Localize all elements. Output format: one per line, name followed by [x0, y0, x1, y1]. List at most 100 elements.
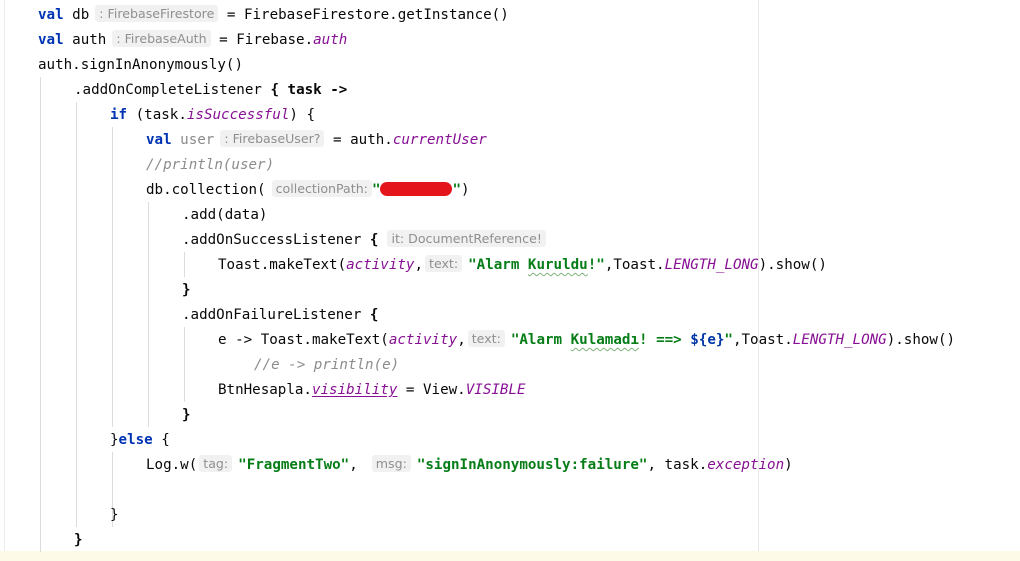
code-text: ,Toast.: [604, 257, 665, 273]
string-literal: ": [724, 332, 733, 348]
keyword: val: [146, 132, 172, 148]
code-line-22[interactable]: }: [0, 528, 83, 553]
property: currentUser: [392, 132, 487, 148]
code-text: ,: [414, 257, 424, 273]
code-text: = FirebaseFirestore.getInstance(): [218, 7, 509, 23]
code-text: (task.: [127, 107, 187, 123]
param-hint: text:: [467, 330, 505, 347]
code-line-2[interactable]: val auth: FirebaseAuth = Firebase.auth: [0, 28, 347, 53]
type-hint: : FirebaseAuth: [112, 30, 211, 47]
code-line-17[interactable]: }: [0, 403, 191, 428]
property: auth: [313, 32, 348, 48]
code-line-21[interactable]: }: [0, 503, 119, 528]
code-line-10[interactable]: .addOnSuccessListener { it: DocumentRefer…: [0, 228, 552, 253]
code-line-19[interactable]: Log.w(tag: "FragmentTwo", msg: "signInAnony…: [0, 453, 793, 478]
identifier: user: [180, 132, 215, 148]
keyword: val: [38, 7, 64, 23]
code-text: ): [784, 457, 793, 473]
property: visibility: [311, 382, 398, 398]
param-hint: text:: [425, 255, 463, 272]
string-literal: ": [371, 182, 381, 198]
property: activity: [388, 332, 458, 348]
code-line-14[interactable]: e -> Toast.makeText(activity, text: "Alarm…: [0, 328, 955, 353]
property: VISIBLE: [465, 382, 526, 398]
code-line-6[interactable]: val user : FirebaseUser? = auth.currentUs…: [0, 128, 487, 153]
lambda-param-hint: it: DocumentReference!: [387, 230, 546, 247]
code-text: BtnHesapla.: [218, 382, 312, 398]
spelling-warning: Kulamadı: [570, 332, 639, 348]
code-text: ).show(): [758, 257, 827, 273]
code-text: {: [152, 432, 170, 448]
code-line-11[interactable]: Toast.makeText(activity, text: "Alarm Kuru…: [0, 253, 827, 278]
block-close: }: [110, 507, 119, 523]
type-hint: : FirebaseUser?: [220, 130, 325, 147]
code-text: ): [461, 182, 470, 198]
code-text: ,: [457, 332, 466, 348]
code-text: .addOnCompleteListener: [74, 82, 271, 98]
param-hint: tag:: [199, 455, 233, 472]
property: isSuccessful: [186, 107, 290, 123]
code-text: ,Toast.: [732, 332, 793, 348]
code-text: e -> Toast.makeText(: [218, 332, 389, 348]
lambda-open: {: [369, 232, 379, 248]
string-literal: "FragmentTwo": [238, 457, 350, 473]
identifier: auth: [72, 32, 107, 48]
code-line-18[interactable]: }else {: [0, 428, 170, 453]
string-literal: "signInAnonymously:failure": [416, 457, 648, 473]
code-line-3[interactable]: auth.signInAnonymously(): [0, 53, 243, 78]
code-text: auth.signInAnonymously(): [38, 57, 243, 73]
code-text: .addOnSuccessListener: [182, 232, 370, 248]
string-literal: "Alarm: [468, 257, 528, 273]
code-text: , task.: [647, 457, 708, 473]
code-line-5[interactable]: if (task.isSuccessful) {: [0, 103, 315, 128]
lambda-close: }: [182, 407, 191, 423]
code-text: Toast.makeText(: [218, 257, 347, 273]
code-text: = Firebase.: [210, 32, 314, 48]
property: activity: [346, 257, 415, 273]
code-line-12[interactable]: }: [0, 278, 191, 303]
string-template: ${e}: [690, 332, 725, 348]
code-line-1[interactable]: val db : FirebaseFirestore = FirebaseFire…: [0, 3, 509, 28]
code-line-9[interactable]: .add(data): [0, 203, 267, 228]
current-line-highlight: [0, 551, 1020, 561]
comment: //println(user): [146, 157, 275, 173]
code-text: }: [110, 432, 119, 448]
param-hint: collectionPath:: [271, 180, 372, 197]
code-text: Log.w(: [146, 457, 198, 473]
lambda-open: { task ->: [270, 82, 348, 98]
code-line-7[interactable]: //println(user): [0, 153, 274, 178]
string-literal: ! ==>: [638, 332, 691, 348]
string-literal: "Alarm: [510, 332, 571, 348]
string-literal: !": [587, 257, 605, 273]
keyword: if: [110, 107, 128, 123]
keyword: val: [38, 32, 64, 48]
redaction-mark: [380, 182, 453, 196]
code-line-13[interactable]: .addOnFailureListener {: [0, 303, 378, 328]
code-text: ,: [349, 457, 358, 473]
identifier: db: [72, 7, 90, 23]
property: LENGTH_LONG: [792, 332, 887, 348]
spelling-warning: Kuruldu: [527, 257, 588, 273]
code-line-16[interactable]: BtnHesapla.visibility = View.VISIBLE: [0, 378, 526, 403]
lambda-close: }: [74, 532, 83, 548]
code-text: ).show(): [886, 332, 956, 348]
comment: //e -> println(e): [254, 357, 400, 373]
code-text: = auth.: [324, 132, 393, 148]
code-text: db.collection(: [146, 182, 266, 198]
lambda-open: {: [369, 307, 379, 323]
property: LENGTH_LONG: [664, 257, 759, 273]
code-text: .add(data): [182, 207, 268, 223]
code-line-8[interactable]: db.collection(collectionPath: " "): [0, 178, 470, 203]
code-line-15[interactable]: //e -> println(e): [0, 353, 399, 378]
param-hint: msg:: [371, 455, 411, 472]
lambda-close: }: [182, 282, 191, 298]
keyword: else: [118, 432, 153, 448]
code-editor[interactable]: val db : FirebaseFirestore = FirebaseFire…: [0, 0, 1020, 561]
string-literal: ": [452, 182, 462, 198]
code-text: .addOnFailureListener: [182, 307, 370, 323]
code-line-4[interactable]: .addOnCompleteListener { task ->: [0, 78, 347, 103]
code-text: = View.: [397, 382, 466, 398]
code-text: ) {: [289, 107, 316, 123]
type-hint: : FirebaseFirestore: [95, 5, 219, 22]
property: exception: [707, 457, 785, 473]
